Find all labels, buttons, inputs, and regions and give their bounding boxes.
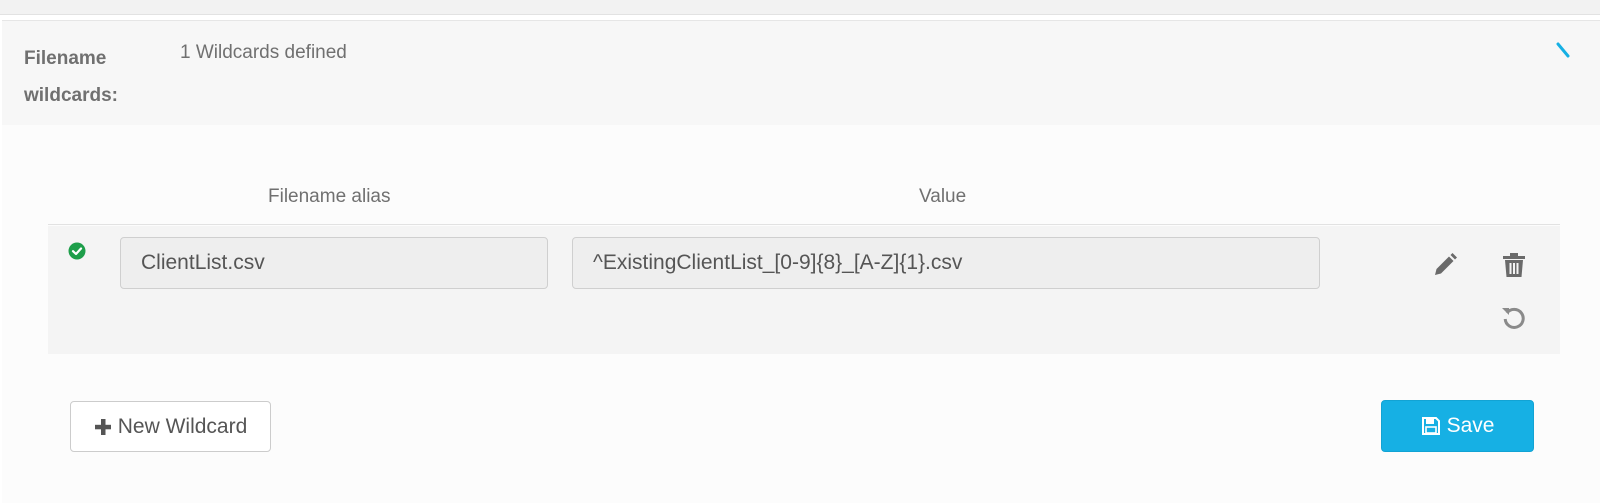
plus-icon [94,418,111,435]
column-header-alias: Filename alias [268,186,391,207]
wildcards-summary: 1 Wildcards defined [180,42,347,63]
trash-icon[interactable] [1500,251,1528,279]
pencil-icon[interactable] [1431,251,1459,279]
section-label-line1: Filename [24,48,107,69]
section-label: Filename wildcards: [24,40,144,114]
save-button[interactable]: Save [1381,400,1534,452]
check-circle-icon [68,242,86,260]
new-wildcard-label: New Wildcard [117,414,248,438]
header-divider [48,224,1560,225]
collapse-icon[interactable] [1556,42,1570,62]
alias-field[interactable]: ClientList.csv [120,237,548,289]
top-bar [0,0,1600,15]
section-label-line2: wildcards: [24,85,118,106]
undo-icon[interactable] [1500,304,1528,332]
section-header[interactable] [2,20,1600,126]
value-field[interactable]: ^ExistingClientList_[0-9]{8}_[A-Z]{1}.cs… [572,237,1320,289]
save-icon [1421,417,1440,435]
column-header-value: Value [919,186,967,207]
new-wildcard-button[interactable]: New Wildcard [70,401,271,452]
save-label: Save [1446,414,1495,437]
